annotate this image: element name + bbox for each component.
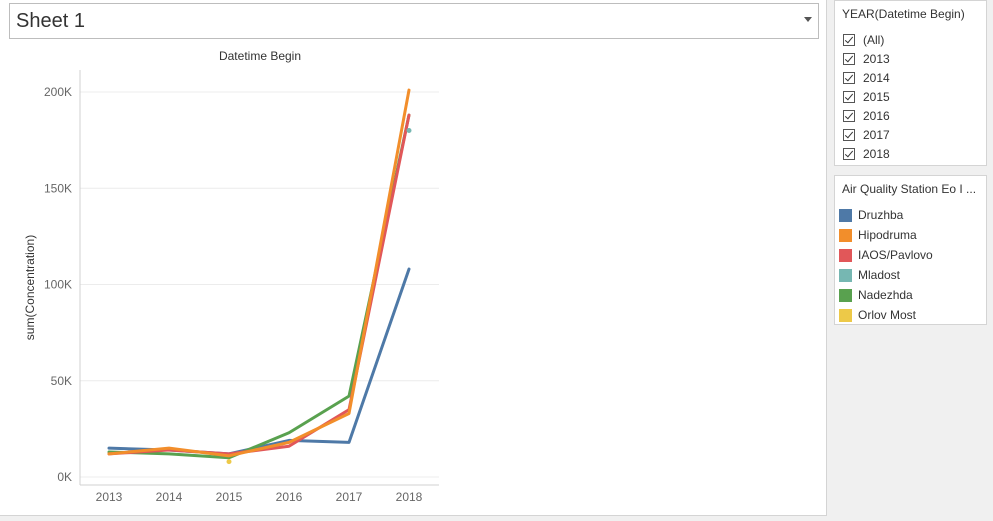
legend-item-label: Mladost [858,268,901,282]
filter-item-label: 2014 [863,71,890,85]
filter-title: YEAR(Datetime Begin) [842,7,965,21]
x-tick-label: 2016 [276,490,303,504]
checkbox-checked-icon[interactable] [843,148,855,160]
filter-item-label: 2015 [863,90,890,104]
x-tick-label: 2015 [216,490,243,504]
legend-item-label: Hipodruma [858,228,917,242]
sheet-panel: Sheet 1 0K 50K 100K 150K 200K 2013 2014 2015 201… [0,0,827,516]
x-tick-label: 2013 [96,490,123,504]
y-tick-label: 0K [57,470,72,484]
filter-item-label: 2017 [863,128,890,142]
y-axis-label: sum(Concentration) [23,235,37,340]
legend-swatch [839,229,852,242]
checkbox-checked-icon[interactable] [843,110,855,122]
legend-item-label: Druzhba [858,208,904,222]
legend-item-label: Nadezhda [858,288,913,302]
x-tick-label: 2018 [396,490,423,504]
legend-swatch [839,269,852,282]
legend-swatch [839,249,852,262]
legend-swatch [839,309,852,322]
filter-item-label: 2013 [863,52,890,66]
checkbox-checked-icon[interactable] [843,34,855,46]
filter-item-label: 2016 [863,109,890,123]
chart-title: Datetime Begin [219,49,301,63]
filter-item-label: 2018 [863,147,890,161]
legend-item-label: IAOS/Pavlovo [858,248,933,262]
x-tick-label: 2014 [156,490,183,504]
line-chart: 0K 50K 100K 150K 200K 2013 2014 2015 2016 2017 201… [23,49,439,504]
series-line-nadezhda [107,113,411,460]
checkbox-checked-icon[interactable] [843,129,855,141]
legend-item-label: Orlov Most [858,308,917,322]
x-tick-label: 2017 [336,490,363,504]
filter-item-label: (All) [863,33,885,47]
y-tick-label: 200K [44,85,72,99]
y-tick-label: 50K [51,374,72,388]
y-tick-label: 100K [44,278,72,292]
legend-swatch [839,289,852,302]
legend-swatch [839,209,852,222]
y-tick-label: 150K [44,181,72,195]
legend-title: Air Quality Station Eo I ... [842,182,977,196]
checkbox-checked-icon[interactable] [843,91,855,103]
data-point-orlov-most [226,459,232,465]
color-legend-card: Air Quality Station Eo I ... Druzhba Hipo… [834,175,987,325]
year-filter-card: YEAR(Datetime Begin) (All) 2013 2014 2015 20… [834,0,987,166]
series-line-druzhba [107,267,411,456]
checkbox-checked-icon[interactable] [843,72,855,84]
data-point-mladost [406,128,412,133]
checkbox-checked-icon[interactable] [843,53,855,65]
